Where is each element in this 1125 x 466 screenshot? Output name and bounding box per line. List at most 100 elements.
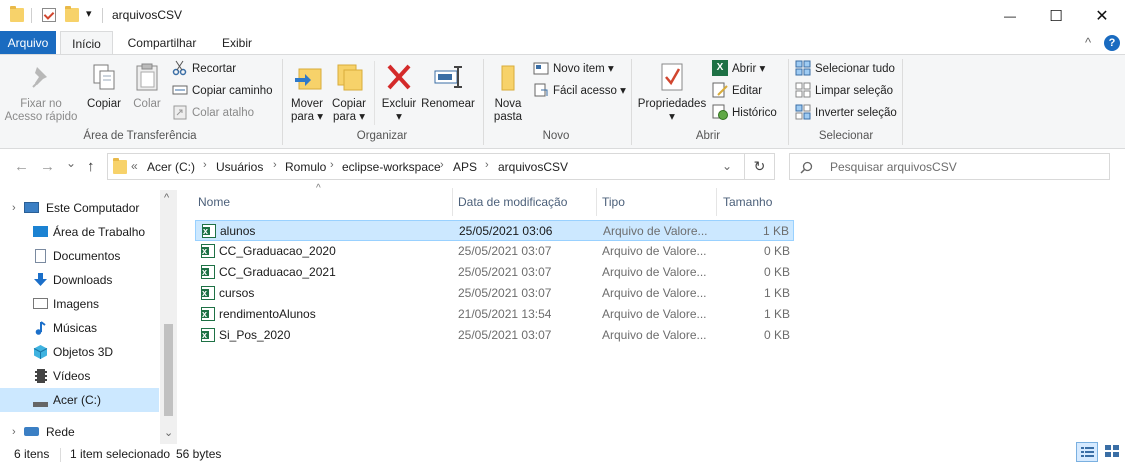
nav-item-downloads[interactable]: Downloads — [0, 268, 159, 292]
select-none-button[interactable]: Limpar seleção — [795, 81, 893, 101]
search-box[interactable]: Pesquisar arquivosCSV — [789, 153, 1110, 180]
rename-button[interactable]: Renomear — [420, 59, 476, 111]
maximize-button[interactable]: ☐ — [1033, 0, 1079, 31]
properties-label: Propriedades — [637, 98, 707, 110]
copy-to-button[interactable]: Copiar para ▾ — [328, 59, 370, 124]
breadcrumb-item[interactable]: Usuários — [216, 160, 263, 174]
breadcrumb-separator[interactable]: › — [203, 159, 207, 171]
breadcrumb-item[interactable]: Acer (C:) — [147, 160, 195, 174]
file-row[interactable]: CC_Graduacao_2020 25/05/2021 03:07 Arqui… — [195, 241, 794, 262]
nav-item-objetos-3d[interactable]: Objetos 3D — [0, 340, 159, 364]
close-button[interactable]: ✕ — [1079, 0, 1125, 31]
breadcrumb-item[interactable]: Romulo — [285, 160, 326, 174]
scrollbar-thumb[interactable] — [164, 324, 173, 416]
history-button[interactable]: Histórico — [712, 103, 777, 123]
quick-access-dropdown-icon[interactable]: ▾ — [86, 7, 92, 20]
pin-icon — [25, 61, 57, 93]
file-row[interactable]: cursos 25/05/2021 03:07 Arquivo de Valor… — [195, 283, 794, 304]
collapse-ribbon-icon[interactable]: ^ — [1085, 35, 1091, 50]
copy-path-button[interactable]: Copiar caminho — [172, 81, 273, 101]
file-type: Arquivo de Valore... — [602, 307, 707, 321]
breadcrumb-separator[interactable]: › — [485, 159, 489, 171]
nav-item-area-de-trabalho[interactable]: Área de Trabalho — [0, 220, 159, 244]
search-placeholder: Pesquisar arquivosCSV — [830, 160, 957, 174]
properties-button[interactable]: Propriedades ▾ — [634, 59, 710, 124]
select-all-button[interactable]: Selecionar tudo — [795, 59, 895, 79]
column-divider[interactable] — [452, 188, 453, 216]
paste-shortcut-button[interactable]: Colar atalho — [172, 103, 254, 123]
column-header-data[interactable]: Data de modificação — [458, 188, 593, 216]
scroll-down-icon[interactable]: ⌄ — [164, 426, 173, 439]
breadcrumb-overflow[interactable]: « — [131, 159, 138, 173]
nav-item-acer-c[interactable]: Acer (C:) — [0, 388, 159, 412]
file-row[interactable]: rendimentoAlunos 21/05/2021 13:54 Arquiv… — [195, 304, 794, 325]
invert-selection-button[interactable]: Inverter seleção — [795, 103, 897, 123]
new-item-icon — [533, 60, 549, 76]
easy-access-icon — [533, 82, 549, 98]
file-date: 21/05/2021 13:54 — [458, 307, 552, 321]
details-view-button[interactable] — [1076, 442, 1098, 462]
properties-check-icon[interactable] — [42, 8, 56, 22]
new-folder-button[interactable]: Nova pasta — [486, 59, 530, 124]
edit-button[interactable]: Editar — [712, 81, 762, 101]
nav-item-este-computador[interactable]: › Este Computador — [0, 196, 159, 220]
pin-quick-access-button[interactable]: Fixar no Acesso rápido — [4, 59, 78, 124]
drive-icon — [33, 402, 48, 407]
nav-item-musicas[interactable]: Músicas — [0, 316, 159, 340]
file-row[interactable]: CC_Graduacao_2021 25/05/2021 03:07 Arqui… — [195, 262, 794, 283]
copy-to-label: Copiar — [332, 98, 366, 110]
column-header-tamanho[interactable]: Tamanho — [723, 188, 791, 216]
edit-label: Editar — [732, 85, 763, 97]
column-header-tipo[interactable]: Tipo — [602, 188, 712, 216]
paste-button[interactable]: Colar — [128, 59, 166, 111]
column-divider[interactable] — [596, 188, 597, 216]
large-icons-view-button[interactable] — [1102, 442, 1122, 462]
help-icon[interactable]: ? — [1104, 35, 1120, 51]
breadcrumb-separator[interactable]: › — [273, 159, 277, 171]
nav-item-videos[interactable]: Vídeos — [0, 364, 159, 388]
folder-icon[interactable] — [10, 6, 24, 22]
cut-button[interactable]: Recortar — [172, 59, 236, 79]
details-view-icon — [1081, 447, 1094, 457]
new-item-button[interactable]: Novo item ▾ — [533, 59, 614, 79]
nav-item-documentos[interactable]: Documentos — [0, 244, 159, 268]
back-button[interactable]: ← — [14, 158, 29, 175]
select-group-label: Selecionar — [818, 130, 874, 142]
open-button[interactable]: X Abrir ▾ — [712, 59, 765, 79]
new-group-label: Novo — [542, 130, 570, 142]
file-name: rendimentoAlunos — [219, 307, 316, 321]
file-row[interactable]: Si_Pos_2020 25/05/2021 03:07 Arquivo de … — [195, 325, 794, 346]
new-folder-icon[interactable] — [65, 6, 79, 22]
address-bar[interactable]: « Acer (C:) › Usuários › Romulo › eclips… — [107, 153, 775, 180]
copy-button[interactable]: Copiar — [84, 59, 124, 111]
nav-pane-scrollbar[interactable]: ^ ⌄ — [160, 190, 177, 444]
delete-button[interactable]: Excluir ▾ — [378, 59, 420, 124]
minimize-button[interactable]: — — [987, 0, 1033, 31]
column-divider[interactable] — [716, 188, 717, 216]
move-to-button[interactable]: Mover para ▾ — [286, 59, 328, 124]
easy-access-button[interactable]: Fácil acesso ▾ — [533, 81, 626, 101]
expand-chevron-icon[interactable]: › — [12, 196, 16, 220]
tab-exibir[interactable]: Exibir — [212, 31, 262, 55]
column-header-nome[interactable]: Nome — [198, 188, 451, 216]
forward-button[interactable]: → — [40, 158, 55, 175]
tab-inicio[interactable]: Início — [60, 31, 113, 55]
select-all-icon — [795, 60, 811, 76]
address-dropdown-icon[interactable]: ⌄ — [722, 159, 732, 173]
nav-item-rede[interactable]: › Rede — [0, 420, 159, 444]
expand-chevron-icon[interactable]: › — [12, 420, 16, 444]
file-row[interactable]: alunos 25/05/2021 03:06 Arquivo de Valor… — [195, 220, 794, 242]
breadcrumb-item[interactable]: eclipse-workspace — [342, 160, 441, 174]
nav-item-imagens[interactable]: Imagens — [0, 292, 159, 316]
breadcrumb-separator[interactable]: › — [330, 159, 334, 171]
up-button[interactable]: ↑ — [87, 158, 95, 175]
recent-locations-button[interactable]: ⌄ — [66, 156, 76, 170]
group-divider — [483, 59, 484, 145]
breadcrumb-separator[interactable]: › — [440, 159, 444, 171]
breadcrumb-item[interactable]: APS — [453, 160, 477, 174]
breadcrumb-item[interactable]: arquivosCSV — [498, 160, 568, 174]
tab-arquivo[interactable]: Arquivo — [0, 31, 56, 55]
tab-compartilhar[interactable]: Compartilhar — [120, 31, 204, 55]
scroll-up-icon[interactable]: ^ — [164, 192, 169, 204]
refresh-button[interactable]: ↻ — [744, 153, 775, 180]
